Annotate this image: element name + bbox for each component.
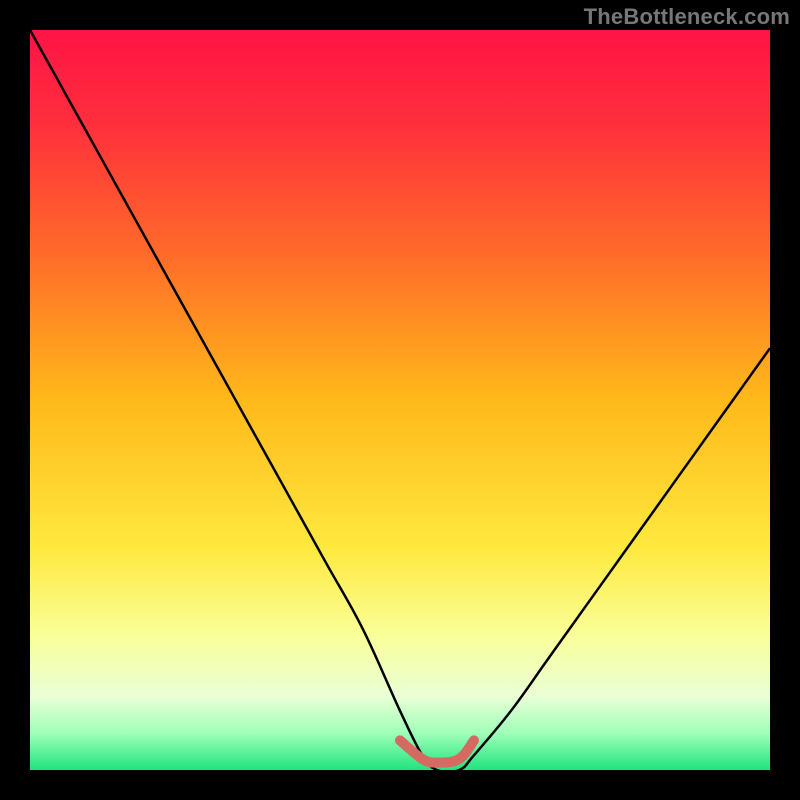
chart-svg: [30, 30, 770, 770]
watermark-text: TheBottleneck.com: [584, 4, 790, 30]
plot-area: [30, 30, 770, 770]
chart-frame: TheBottleneck.com: [0, 0, 800, 800]
gradient-background: [30, 30, 770, 770]
